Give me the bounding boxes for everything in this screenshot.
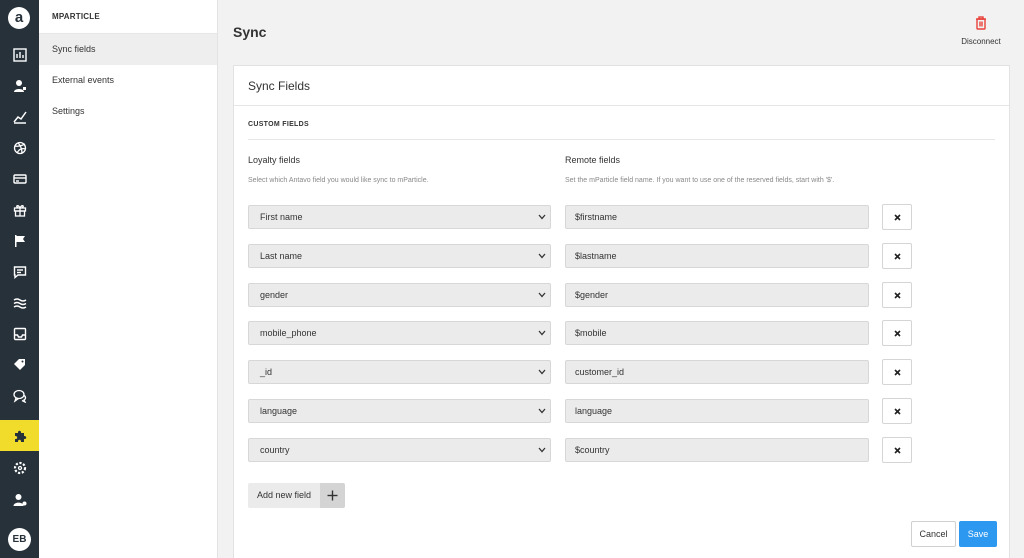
subnav-item-external-events[interactable]: External events bbox=[39, 65, 217, 96]
field-row: gender $gender bbox=[234, 282, 1011, 308]
save-button[interactable]: Save bbox=[959, 521, 997, 547]
loyalty-field-value: gender bbox=[260, 290, 289, 300]
flag-icon[interactable] bbox=[0, 226, 39, 256]
loyalty-field-select[interactable]: gender bbox=[248, 283, 551, 307]
card-icon[interactable] bbox=[0, 164, 39, 194]
field-row: Last name $lastname bbox=[234, 243, 1011, 269]
remote-field-input[interactable]: $country bbox=[565, 438, 869, 462]
close-icon bbox=[893, 252, 901, 260]
remote-field-input[interactable]: $mobile bbox=[565, 321, 869, 345]
loyalty-field-select[interactable]: _id bbox=[248, 360, 551, 384]
remote-field-input[interactable]: $firstname bbox=[565, 205, 869, 229]
field-row: mobile_phone $mobile bbox=[234, 320, 1011, 346]
chevron-down-icon bbox=[538, 292, 546, 298]
disconnect-button[interactable]: Disconnect bbox=[950, 16, 1012, 46]
field-row: language language bbox=[234, 398, 1011, 424]
customers-icon[interactable] bbox=[0, 71, 39, 101]
remove-field-button[interactable] bbox=[882, 243, 912, 269]
section-title: CUSTOM FIELDS bbox=[248, 121, 309, 128]
close-icon bbox=[893, 329, 901, 337]
loyalty-field-value: _id bbox=[260, 367, 273, 377]
remove-field-button[interactable] bbox=[882, 398, 912, 424]
plus-icon bbox=[320, 483, 345, 508]
trash-icon bbox=[976, 16, 986, 30]
loyalty-field-select[interactable]: country bbox=[248, 438, 551, 462]
loyalty-field-value: language bbox=[260, 406, 298, 416]
close-icon bbox=[893, 213, 901, 221]
add-new-field-button[interactable]: Add new field bbox=[248, 483, 345, 508]
icon-rail: a EB bbox=[0, 0, 39, 558]
close-icon bbox=[893, 446, 901, 454]
loyalty-field-value: country bbox=[260, 445, 290, 455]
loyalty-field-value: mobile_phone bbox=[260, 328, 317, 338]
inbox-icon[interactable] bbox=[0, 319, 39, 349]
remote-field-input[interactable]: customer_id bbox=[565, 360, 869, 384]
loyalty-field-value: Last name bbox=[260, 251, 303, 261]
remote-fields-heading: Remote fields bbox=[565, 155, 621, 165]
loyalty-field-select[interactable]: First name bbox=[248, 205, 551, 229]
integration-subnav: MPARTICLE Sync fields External events Se… bbox=[39, 0, 218, 558]
field-row: First name $firstname bbox=[234, 204, 1011, 230]
user-settings-icon[interactable] bbox=[0, 485, 39, 515]
gift-icon[interactable] bbox=[0, 195, 39, 225]
page-title: Sync bbox=[233, 24, 267, 40]
card-title: Sync Fields bbox=[234, 66, 1009, 106]
close-icon bbox=[893, 368, 901, 376]
field-row: _id customer_id bbox=[234, 359, 1011, 385]
section-divider bbox=[248, 139, 995, 140]
close-icon bbox=[893, 291, 901, 299]
loyalty-fields-heading: Loyalty fields bbox=[248, 155, 301, 165]
dribbble-icon[interactable] bbox=[0, 133, 39, 163]
subnav-item-sync-fields[interactable]: Sync fields bbox=[39, 34, 217, 65]
chevron-down-icon bbox=[538, 369, 546, 375]
subnav-title: MPARTICLE bbox=[39, 0, 217, 34]
loyalty-fields-help: Select which Antavo field you would like… bbox=[248, 177, 429, 184]
remote-fields-help: Set the mParticle field name. If you wan… bbox=[565, 177, 835, 184]
chevron-down-icon bbox=[538, 214, 546, 220]
chat-icon[interactable] bbox=[0, 257, 39, 287]
remove-field-button[interactable] bbox=[882, 282, 912, 308]
chevron-down-icon bbox=[538, 253, 546, 259]
cancel-button[interactable]: Cancel bbox=[911, 521, 956, 547]
remote-field-input[interactable]: language bbox=[565, 399, 869, 423]
field-row: country $country bbox=[234, 437, 1011, 463]
puzzle-icon[interactable] bbox=[0, 420, 39, 451]
dashboard-icon[interactable] bbox=[0, 40, 39, 70]
chevron-down-icon bbox=[538, 330, 546, 336]
loyalty-field-value: First name bbox=[260, 212, 303, 222]
remote-field-input[interactable]: $gender bbox=[565, 283, 869, 307]
user-avatar[interactable]: EB bbox=[8, 528, 31, 551]
tags-icon[interactable] bbox=[0, 350, 39, 380]
comments-icon[interactable] bbox=[0, 381, 39, 411]
loyalty-field-select[interactable]: mobile_phone bbox=[248, 321, 551, 345]
remove-field-button[interactable] bbox=[882, 320, 912, 346]
loyalty-field-select[interactable]: Last name bbox=[248, 244, 551, 268]
remote-field-input[interactable]: $lastname bbox=[565, 244, 869, 268]
remove-field-button[interactable] bbox=[882, 437, 912, 463]
waves-icon[interactable] bbox=[0, 288, 39, 318]
chevron-down-icon bbox=[538, 447, 546, 453]
subnav-item-settings[interactable]: Settings bbox=[39, 96, 217, 127]
remove-field-button[interactable] bbox=[882, 359, 912, 385]
gear-icon[interactable] bbox=[0, 453, 39, 483]
app-logo[interactable]: a bbox=[8, 7, 30, 29]
remove-field-button[interactable] bbox=[882, 204, 912, 230]
add-new-field-label: Add new field bbox=[257, 490, 312, 500]
analytics-icon[interactable] bbox=[0, 102, 39, 132]
disconnect-label: Disconnect bbox=[961, 37, 1001, 46]
sync-fields-card: Sync Fields CUSTOM FIELDS Loyalty fields… bbox=[233, 65, 1010, 558]
loyalty-field-select[interactable]: language bbox=[248, 399, 551, 423]
close-icon bbox=[893, 407, 901, 415]
chevron-down-icon bbox=[538, 408, 546, 414]
